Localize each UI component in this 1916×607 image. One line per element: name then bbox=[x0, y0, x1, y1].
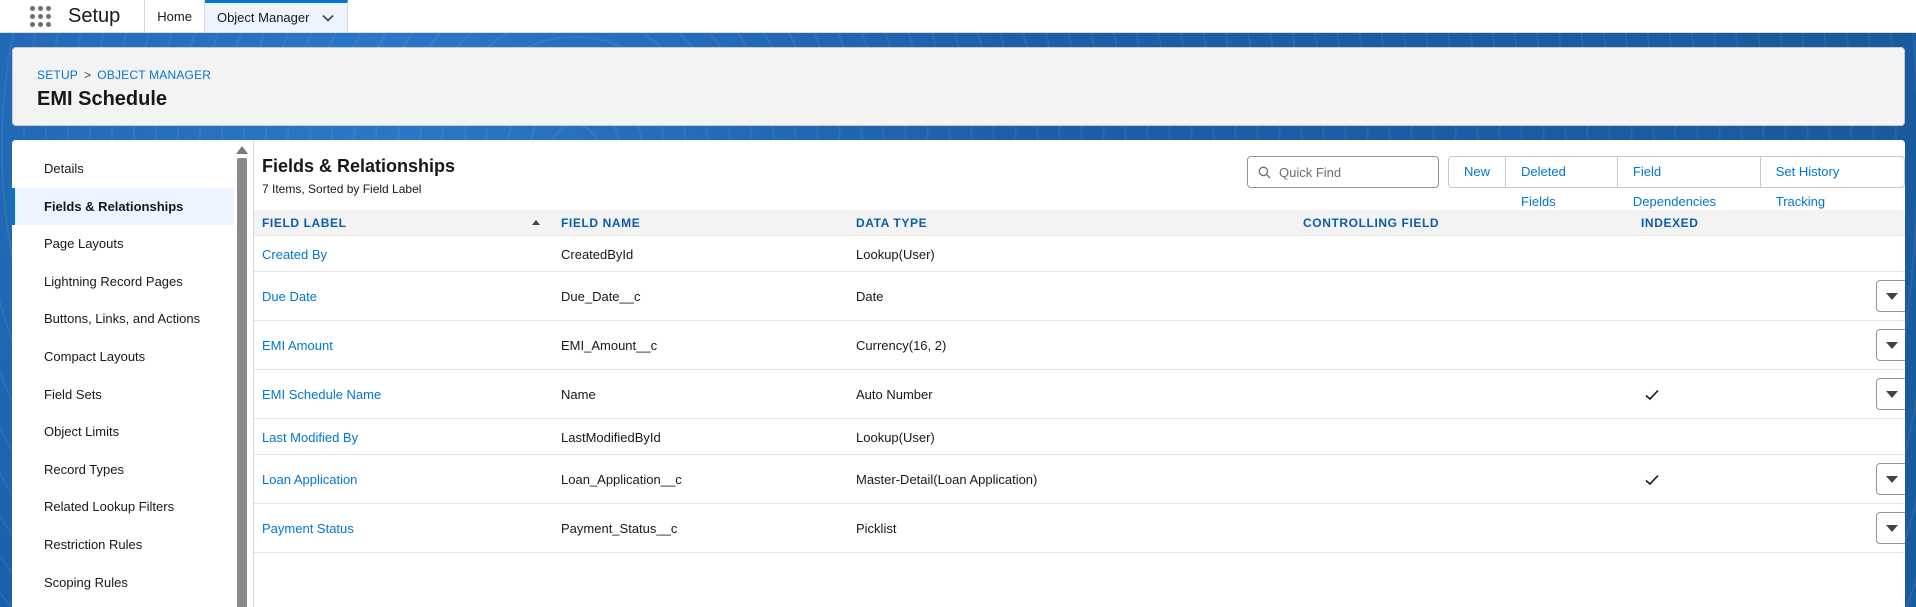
row-actions-button[interactable] bbox=[1876, 280, 1905, 312]
breadcrumb: SETUP > OBJECT MANAGER bbox=[37, 68, 1880, 82]
set-history-tracking-button[interactable]: Set History Tracking bbox=[1759, 156, 1905, 209]
breadcrumb-setup-link[interactable]: SETUP bbox=[37, 68, 78, 82]
field-label-link[interactable]: Payment Status bbox=[262, 521, 354, 536]
sidebar-item-lightning-record-pages[interactable]: Lightning Record Pages bbox=[12, 263, 234, 301]
field-api-name: EMI_Amount__c bbox=[561, 338, 658, 353]
sidebar-item-fields-relationships[interactable]: Fields & Relationships bbox=[12, 187, 234, 226]
column-header-field-name[interactable]: FIELD NAME bbox=[561, 210, 640, 236]
tab-object-manager-label: Object Manager bbox=[216, 10, 310, 25]
tab-object-manager[interactable]: Object Manager bbox=[204, 0, 349, 32]
sidebar-item-scoping-rules[interactable]: Scoping Rules bbox=[12, 564, 234, 602]
app-name: Setup bbox=[60, 0, 146, 32]
table-row: EMI Schedule Name Name Auto Number bbox=[254, 370, 1905, 419]
table-row: Payment Status Payment_Status__c Picklis… bbox=[254, 504, 1905, 553]
row-actions-button[interactable] bbox=[1876, 329, 1905, 361]
scroll-up-arrow-icon[interactable] bbox=[236, 146, 248, 154]
checkmark-icon bbox=[1645, 474, 1659, 489]
field-label-link[interactable]: Created By bbox=[262, 247, 327, 262]
dropdown-triangle-icon bbox=[1886, 292, 1898, 300]
page-header: SETUP > OBJECT MANAGER EMI Schedule bbox=[12, 47, 1905, 126]
dropdown-triangle-icon bbox=[1886, 341, 1898, 349]
field-data-type: Currency(16, 2) bbox=[856, 338, 947, 353]
section-title: Fields & Relationships bbox=[262, 156, 456, 176]
column-header-field-label[interactable]: FIELD LABEL bbox=[262, 210, 347, 236]
page-title: EMI Schedule bbox=[37, 88, 168, 110]
sidebar-scrollbar[interactable] bbox=[236, 140, 249, 607]
sidebar-item-restriction-rules[interactable]: Restriction Rules bbox=[12, 526, 234, 564]
deleted-fields-button[interactable]: Deleted Fields bbox=[1505, 156, 1618, 209]
field-api-name: LastModifiedById bbox=[561, 430, 661, 445]
field-api-name: Due_Date__c bbox=[561, 289, 641, 304]
breadcrumb-object-manager-link[interactable]: OBJECT MANAGER bbox=[97, 68, 211, 82]
row-actions-button[interactable] bbox=[1876, 463, 1905, 495]
row-actions-button[interactable] bbox=[1876, 378, 1905, 410]
scrollbar-thumb[interactable] bbox=[237, 158, 247, 607]
table-header: FIELD LABEL FIELD NAME DATA TYPE CONTROL… bbox=[254, 210, 1905, 236]
field-api-name: Loan_Application__c bbox=[561, 472, 682, 487]
main-panel: Fields & Relationships 7 Items, Sorted b… bbox=[253, 140, 1905, 607]
breadcrumb-separator: > bbox=[84, 68, 92, 82]
dropdown-triangle-icon bbox=[1886, 390, 1898, 398]
table-row: Last Modified By LastModifiedById Lookup… bbox=[254, 419, 1905, 455]
chevron-down-icon[interactable] bbox=[321, 11, 335, 25]
table-row: Due Date Due_Date__c Date bbox=[254, 272, 1905, 321]
field-label-link[interactable]: EMI Schedule Name bbox=[262, 387, 381, 402]
sidebar-item-related-lookup-filters[interactable]: Related Lookup Filters bbox=[12, 488, 234, 526]
sidebar-item-object-limits[interactable]: Object Limits bbox=[12, 413, 234, 451]
checkmark-icon bbox=[1645, 389, 1659, 404]
field-label-link[interactable]: EMI Amount bbox=[262, 338, 333, 353]
field-data-type: Auto Number bbox=[856, 387, 933, 402]
sidebar: Details Fields & Relationships Page Layo… bbox=[12, 140, 234, 607]
sidebar-item-field-sets[interactable]: Field Sets bbox=[12, 376, 234, 414]
action-button-group: New Deleted Fields Field Dependencies Se… bbox=[1448, 156, 1905, 209]
section-subtitle: 7 Items, Sorted by Field Label bbox=[262, 182, 422, 196]
table-row: Created By CreatedById Lookup(User) bbox=[254, 236, 1905, 272]
column-header-data-type[interactable]: DATA TYPE bbox=[856, 210, 927, 236]
sidebar-item-compact-layouts[interactable]: Compact Layouts bbox=[12, 338, 234, 376]
field-api-name: Name bbox=[561, 387, 596, 402]
field-dependencies-button[interactable]: Field Dependencies bbox=[1616, 156, 1761, 209]
table-row: EMI Amount EMI_Amount__c Currency(16, 2) bbox=[254, 321, 1905, 370]
column-header-indexed[interactable]: INDEXED bbox=[1641, 210, 1699, 236]
sidebar-item-record-types[interactable]: Record Types bbox=[12, 451, 234, 489]
tab-home-label: Home bbox=[157, 8, 192, 24]
field-data-type: Lookup(User) bbox=[856, 430, 935, 445]
field-api-name: Payment_Status__c bbox=[561, 521, 678, 536]
global-header: Setup Home Object Manager bbox=[0, 0, 1916, 33]
dropdown-triangle-icon bbox=[1886, 524, 1898, 532]
sidebar-item-page-layouts[interactable]: Page Layouts bbox=[12, 225, 234, 263]
field-data-type: Master-Detail(Loan Application) bbox=[856, 472, 1038, 487]
sidebar-item-buttons-links-actions[interactable]: Buttons, Links, and Actions bbox=[12, 300, 234, 338]
field-data-type: Date bbox=[856, 289, 884, 304]
quick-find-input[interactable] bbox=[1279, 164, 1429, 180]
content-card: Details Fields & Relationships Page Layo… bbox=[12, 140, 1905, 607]
field-label-link[interactable]: Loan Application bbox=[262, 472, 357, 487]
search-icon bbox=[1258, 166, 1271, 179]
field-label-link[interactable]: Due Date bbox=[262, 289, 317, 304]
column-header-controlling-field[interactable]: CONTROLLING FIELD bbox=[1303, 210, 1439, 236]
field-data-type: Lookup(User) bbox=[856, 247, 935, 262]
dropdown-triangle-icon bbox=[1886, 475, 1898, 483]
quick-find-box[interactable] bbox=[1247, 156, 1439, 188]
row-actions-button[interactable] bbox=[1876, 512, 1905, 544]
tab-home[interactable]: Home bbox=[145, 0, 205, 32]
table-row: Loan Application Loan_Application__c Mas… bbox=[254, 455, 1905, 504]
sort-ascending-icon[interactable] bbox=[532, 220, 540, 225]
field-api-name: CreatedById bbox=[561, 247, 634, 262]
sidebar-item-details[interactable]: Details bbox=[12, 150, 234, 188]
field-label-link[interactable]: Last Modified By bbox=[262, 430, 358, 445]
field-data-type: Picklist bbox=[856, 521, 897, 536]
new-button[interactable]: New bbox=[1448, 156, 1507, 188]
app-launcher-icon[interactable] bbox=[20, 0, 60, 33]
